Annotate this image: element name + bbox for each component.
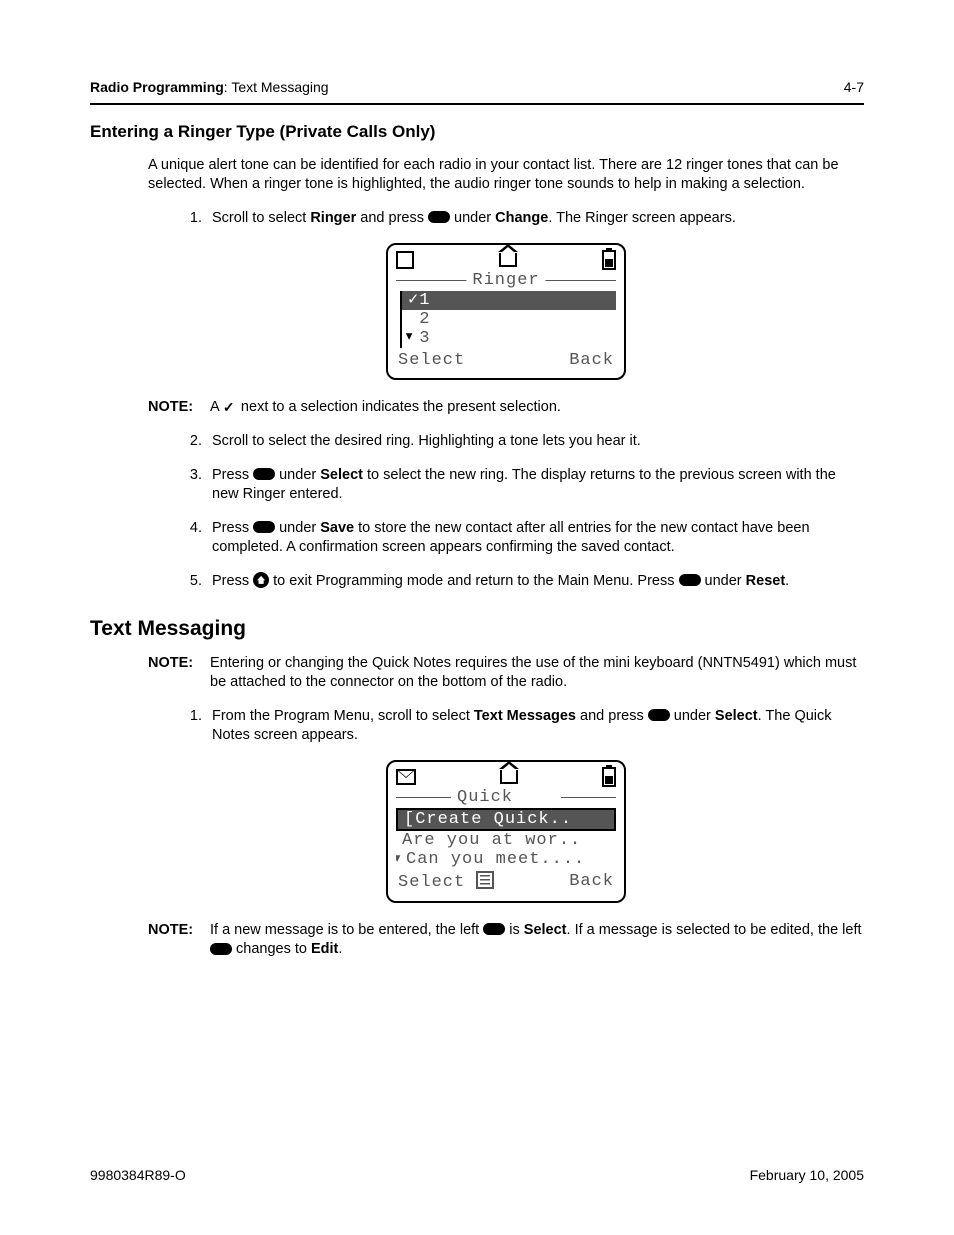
step-number: 1. xyxy=(148,707,202,746)
lcd-screen-quicknotes: Quick Notes [Create Quick.. Are you at w… xyxy=(386,760,626,903)
lcd-row-selected: ✓1 xyxy=(402,291,616,310)
step-number: 1. xyxy=(148,209,202,229)
softkey-icon xyxy=(483,923,505,935)
ringer-steps: 1. Scroll to select Ringer and press und… xyxy=(148,209,864,229)
scroll-down-arrow-icon: ▾ xyxy=(404,327,415,350)
softkey-icon xyxy=(253,521,275,533)
step-text: From the Program Menu, scroll to select … xyxy=(212,707,864,746)
envelope-icon xyxy=(396,769,416,785)
note-1: NOTE: A next to a selection indicates th… xyxy=(148,398,864,591)
step-number: 2. xyxy=(148,432,202,452)
battery-icon xyxy=(602,250,616,270)
running-header: Radio Programming: Text Messaging 4-7 xyxy=(90,78,864,97)
lcd-status-icons xyxy=(396,251,616,269)
note-3: NOTE: If a new message is to be entered,… xyxy=(148,921,864,960)
lcd-screen-ringer: Ringer ✓1 2 3 ▾ Select Back xyxy=(386,243,626,381)
footer-date: February 10, 2005 xyxy=(750,1166,864,1185)
lcd-row: 3 xyxy=(402,329,616,348)
lcd-list: [Create Quick.. Are you at wor.. ▾ Can y… xyxy=(396,808,616,869)
ringer-step-5: 5. Press to exit Programming mode and re… xyxy=(148,572,864,592)
lcd-row: 2 xyxy=(402,310,616,329)
softkey-icon xyxy=(648,709,670,721)
header-rule xyxy=(90,103,864,105)
status-icon-left xyxy=(396,251,414,269)
page-number: 4-7 xyxy=(844,78,864,97)
home-icon xyxy=(499,253,517,267)
lcd-title-row: Ringer xyxy=(396,271,616,289)
ringer-steps-cont: 2. Scroll to select the desired ring. Hi… xyxy=(148,432,864,591)
home-button-icon xyxy=(253,572,269,588)
softkey-icon xyxy=(210,943,232,955)
home-icon xyxy=(500,770,518,784)
quicknotes-lcd-figure: Quick Notes [Create Quick.. Are you at w… xyxy=(148,760,864,903)
ringer-step-2: 2. Scroll to select the desired ring. Hi… xyxy=(148,432,864,452)
lcd-title: Ringer xyxy=(466,270,545,293)
heading-ringer-type: Entering a Ringer Type (Private Calls On… xyxy=(90,121,864,144)
text-steps: 1. From the Program Menu, scroll to sele… xyxy=(148,707,864,746)
lcd-softkeys: Select Back xyxy=(396,871,616,895)
lcd-softkeys: Select Back xyxy=(396,350,616,373)
lcd-softkey-right: Back xyxy=(569,350,614,373)
step-number: 3. xyxy=(148,466,202,505)
footer-doc-id: 9980384R89-O xyxy=(90,1166,186,1185)
running-header-section: Radio Programming xyxy=(90,79,224,95)
note-2: NOTE: Entering or changing the Quick Not… xyxy=(148,654,864,693)
note-label: NOTE: xyxy=(148,654,204,693)
checkmark-icon xyxy=(223,400,237,414)
step-text: Scroll to select the desired ring. Highl… xyxy=(212,432,864,452)
ringer-step-3: 3. Press under Select to select the new … xyxy=(148,466,864,505)
note-label: NOTE: xyxy=(148,921,204,960)
page-footer: 9980384R89-O February 10, 2005 xyxy=(90,1166,864,1185)
step-text: Scroll to select Ringer and press under … xyxy=(212,209,864,229)
note-body: Entering or changing the Quick Notes req… xyxy=(210,654,864,693)
step-number: 4. xyxy=(148,519,202,558)
step-text: Press under Save to store the new contac… xyxy=(212,519,864,558)
step-text: Press under Select to select the new rin… xyxy=(212,466,864,505)
softkey-icon xyxy=(679,574,701,586)
lcd-title-row: Quick Notes xyxy=(396,788,616,806)
softkey-icon xyxy=(428,211,450,223)
scroll-down-arrow-icon: ▾ xyxy=(396,850,403,869)
body-text-messaging: NOTE: Entering or changing the Quick Not… xyxy=(148,654,864,903)
battery-icon xyxy=(602,767,616,787)
lcd-row-selected: [Create Quick.. xyxy=(396,808,616,831)
lcd-status-icons xyxy=(396,768,616,786)
ringer-step-1: 1. Scroll to select Ringer and press und… xyxy=(148,209,864,229)
lcd-softkey-left: Select xyxy=(398,871,494,895)
note-body: A next to a selection indicates the pres… xyxy=(210,398,864,418)
lcd-row: ▾ Can you meet.... xyxy=(396,850,616,869)
lcd-softkey-left: Select xyxy=(398,350,465,373)
running-header-subsection: Text Messaging xyxy=(231,79,328,95)
lcd-softkey-right: Back xyxy=(569,871,614,895)
heading-text-messaging: Text Messaging xyxy=(90,615,864,643)
softkey-icon xyxy=(253,468,275,480)
note-body: If a new message is to be entered, the l… xyxy=(210,921,864,960)
running-header-left: Radio Programming: Text Messaging xyxy=(90,78,329,97)
lcd-row: Are you at wor.. xyxy=(396,831,616,850)
body-ringer: A unique alert tone can be identified fo… xyxy=(148,156,864,381)
step-text: Press to exit Programming mode and retur… xyxy=(212,572,864,592)
ringer-step-4: 4. Press under Save to store the new con… xyxy=(148,519,864,558)
page: Radio Programming: Text Messaging 4-7 En… xyxy=(0,0,954,1235)
text-step-1: 1. From the Program Menu, scroll to sele… xyxy=(148,707,864,746)
ringer-lcd-figure: Ringer ✓1 2 3 ▾ Select Back xyxy=(148,243,864,381)
menu-icon xyxy=(476,871,494,889)
ringer-intro-paragraph: A unique alert tone can be identified fo… xyxy=(148,156,864,195)
note-label: NOTE: xyxy=(148,398,204,418)
lcd-list: ✓1 2 3 ▾ xyxy=(400,291,616,348)
step-number: 5. xyxy=(148,572,202,592)
